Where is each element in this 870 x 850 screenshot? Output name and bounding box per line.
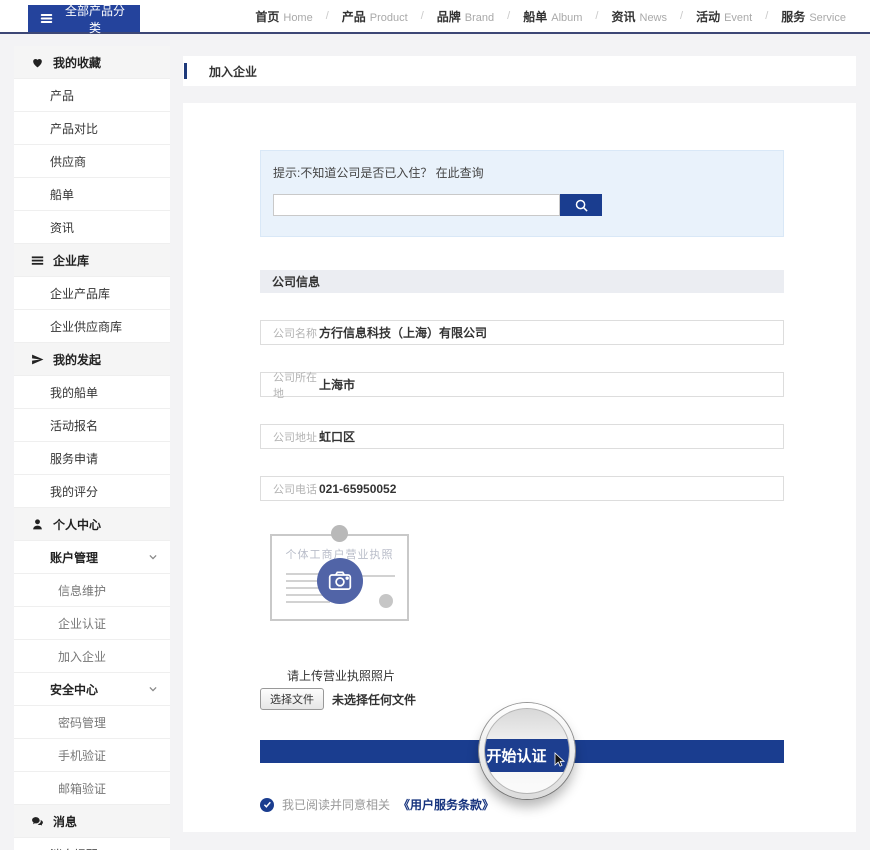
company-address-field[interactable]: 公司地址 虹口区 bbox=[260, 424, 784, 449]
sidebar-subitem-enterprise-certification[interactable]: 企业认证 bbox=[14, 607, 170, 640]
sidebar-item-service-request[interactable]: 服务申请 bbox=[14, 442, 170, 475]
sidebar-label: 消息 bbox=[53, 813, 77, 830]
title-accent-bar bbox=[184, 63, 187, 79]
start-certification-label: 开始认证 bbox=[486, 745, 546, 766]
company-info-section-header: 公司信息 bbox=[260, 270, 784, 293]
nav-service[interactable]: 服务Service bbox=[781, 8, 846, 25]
list-icon bbox=[31, 254, 44, 267]
sidebar-item-albums[interactable]: 船单 bbox=[14, 178, 170, 211]
nav-event[interactable]: 活动Event bbox=[696, 8, 752, 25]
sidebar-header-favorites[interactable]: 我的收藏 bbox=[14, 46, 170, 79]
chat-icon bbox=[31, 815, 44, 828]
sidebar-subitem-join-enterprise[interactable]: 加入企业 bbox=[14, 640, 170, 673]
company-search-hint-box: 提示:不知道公司是否已入住？ 在此查询 bbox=[260, 150, 784, 237]
company-location-field[interactable]: 公司所在地 上海市 bbox=[260, 372, 784, 397]
sidebar-item-news[interactable]: 资讯 bbox=[14, 211, 170, 244]
license-line-right bbox=[359, 575, 395, 577]
person-icon bbox=[31, 518, 44, 531]
sidebar-item-my-ratings[interactable]: 我的评分 bbox=[14, 475, 170, 508]
agreement-text: 我已阅读并同意相关 bbox=[282, 796, 390, 813]
nav-separator: / bbox=[421, 10, 424, 22]
nav-separator: / bbox=[326, 10, 329, 22]
hamburger-icon bbox=[40, 12, 53, 25]
sidebar-item-enterprise-products[interactable]: 企业产品库 bbox=[14, 277, 170, 310]
upload-instruction-text: 请上传营业执照照片 bbox=[287, 667, 784, 684]
nav-separator: / bbox=[507, 10, 510, 22]
sidebar: 我的收藏 产品 产品对比 供应商 船单 资讯 企业库 企业产品库 企业供应商库 … bbox=[14, 46, 170, 850]
sidebar-subitem-info-maintenance[interactable]: 信息维护 bbox=[14, 574, 170, 607]
mouse-cursor-icon bbox=[552, 752, 568, 768]
sidebar-item-product-compare[interactable]: 产品对比 bbox=[14, 112, 170, 145]
top-nav: 首页Home / 产品Product / 品牌Brand / 船单Album /… bbox=[255, 0, 846, 32]
main-panel: 提示:不知道公司是否已入住？ 在此查询 公司信息 公司名称 方行信息科技（上海）… bbox=[183, 103, 856, 832]
check-icon bbox=[263, 800, 272, 809]
nav-news[interactable]: 资讯News bbox=[611, 8, 667, 25]
sidebar-item-products[interactable]: 产品 bbox=[14, 79, 170, 112]
license-dot-right bbox=[379, 594, 393, 608]
sidebar-label: 个人中心 bbox=[53, 516, 101, 533]
sidebar-item-suppliers[interactable]: 供应商 bbox=[14, 145, 170, 178]
top-bar: 全部产品分类 首页Home / 产品Product / 品牌Brand / 船单… bbox=[0, 0, 870, 34]
submit-area: 开始认证 bbox=[260, 740, 784, 763]
nav-product[interactable]: 产品Product bbox=[342, 8, 408, 25]
sidebar-label: 我的收藏 bbox=[53, 54, 101, 71]
sidebar-label: 我的发起 bbox=[53, 351, 101, 368]
company-phone-field[interactable]: 公司电话 021-65950052 bbox=[260, 476, 784, 501]
search-icon bbox=[574, 198, 589, 213]
sidebar-group-security-center[interactable]: 安全中心 bbox=[14, 673, 170, 706]
sidebar-subitem-email-verification[interactable]: 邮箱验证 bbox=[14, 772, 170, 805]
license-card: 个体工商户营业执照 bbox=[270, 534, 409, 621]
field-value: 上海市 bbox=[319, 376, 355, 393]
company-search-button[interactable] bbox=[560, 194, 602, 216]
sidebar-header-messages[interactable]: 消息 bbox=[14, 805, 170, 838]
field-value: 虹口区 bbox=[319, 428, 355, 445]
sidebar-header-enterprise-library[interactable]: 企业库 bbox=[14, 244, 170, 277]
field-label: 公司电话 bbox=[273, 481, 319, 497]
nav-brand[interactable]: 品牌Brand bbox=[437, 8, 494, 25]
all-categories-button[interactable]: 全部产品分类 bbox=[28, 5, 140, 32]
sidebar-item-message-alerts[interactable]: 消息提醒 bbox=[14, 838, 170, 850]
search-hint-text: 提示:不知道公司是否已入住？ 在此查询 bbox=[273, 164, 771, 181]
agreement-checkbox[interactable] bbox=[260, 798, 274, 812]
magnifier-lens-overlay: 开始认证 bbox=[479, 703, 575, 799]
lens-inner: 开始认证 bbox=[484, 708, 570, 794]
terms-of-service-link[interactable]: 《用户服务条款》 bbox=[398, 796, 494, 813]
nav-separator: / bbox=[595, 10, 598, 22]
license-pin-circle bbox=[331, 525, 348, 542]
chevron-down-icon bbox=[148, 684, 158, 694]
no-file-chosen-text: 未选择任何文件 bbox=[332, 691, 416, 708]
camera-circle[interactable] bbox=[317, 558, 363, 604]
sidebar-subitem-password-management[interactable]: 密码管理 bbox=[14, 706, 170, 739]
sidebar-group-account-management[interactable]: 账户管理 bbox=[14, 541, 170, 574]
sidebar-label: 企业库 bbox=[53, 252, 89, 269]
nav-home[interactable]: 首页Home bbox=[255, 8, 312, 25]
company-search-input[interactable] bbox=[273, 194, 560, 216]
page-title-bar: 加入企业 bbox=[183, 56, 856, 86]
page-title: 加入企业 bbox=[209, 63, 257, 80]
choose-file-button[interactable]: 选择文件 bbox=[260, 688, 324, 710]
camera-icon bbox=[327, 568, 353, 594]
sidebar-header-personal-center[interactable]: 个人中心 bbox=[14, 508, 170, 541]
sidebar-header-my-initiations[interactable]: 我的发起 bbox=[14, 343, 170, 376]
lens-button-band[interactable]: 开始认证 bbox=[484, 739, 570, 772]
nav-album[interactable]: 船单Album bbox=[523, 8, 582, 25]
business-license-placeholder: 个体工商户营业执照 bbox=[270, 525, 420, 631]
all-categories-label: 全部产品分类 bbox=[62, 2, 128, 36]
paper-plane-icon bbox=[31, 353, 44, 366]
heart-icon bbox=[31, 56, 44, 69]
sidebar-subitem-phone-verification[interactable]: 手机验证 bbox=[14, 739, 170, 772]
field-label: 公司地址 bbox=[273, 429, 319, 445]
field-label: 公司所在地 bbox=[273, 369, 319, 401]
sidebar-item-event-signup[interactable]: 活动报名 bbox=[14, 409, 170, 442]
nav-separator: / bbox=[765, 10, 768, 22]
field-value: 方行信息科技（上海）有限公司 bbox=[319, 324, 487, 341]
field-value: 021-65950052 bbox=[319, 482, 396, 496]
company-name-field[interactable]: 公司名称 方行信息科技（上海）有限公司 bbox=[260, 320, 784, 345]
sidebar-item-enterprise-suppliers[interactable]: 企业供应商库 bbox=[14, 310, 170, 343]
chevron-down-icon bbox=[148, 552, 158, 562]
nav-separator: / bbox=[680, 10, 683, 22]
field-label: 公司名称 bbox=[273, 325, 319, 341]
sidebar-item-my-albums[interactable]: 我的船单 bbox=[14, 376, 170, 409]
